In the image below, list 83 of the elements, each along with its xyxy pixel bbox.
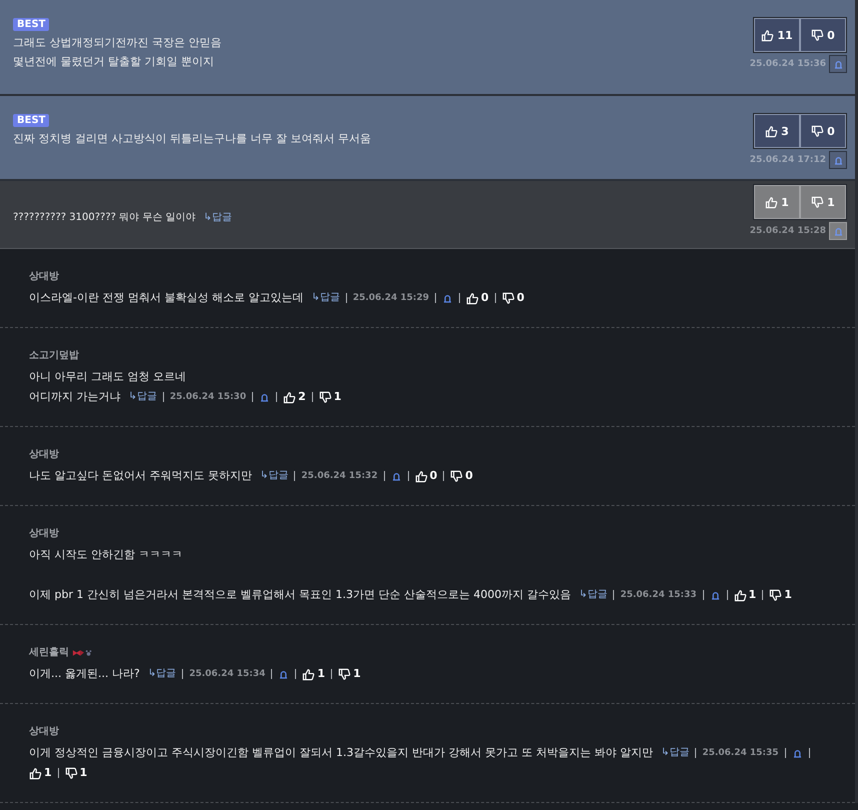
downvote-button[interactable]: 1	[769, 585, 792, 605]
bell-icon	[710, 590, 721, 600]
upvote-button[interactable]: 0	[466, 288, 489, 308]
author-name[interactable]: 상대방	[29, 270, 59, 284]
comment-text: ?????????? 3100???? 뭐야 무슨 일이야	[13, 211, 196, 225]
author-name[interactable]: 상대방	[29, 725, 59, 739]
thumbs-down-icon	[769, 588, 782, 602]
upvote-button[interactable]: 1	[302, 664, 326, 684]
comment-text: 이스라엘-이란 전쟁 멈춰서 불확실성 해소로 알고있는데	[29, 290, 304, 306]
author-name[interactable]: 소고기덮밥	[29, 349, 79, 363]
thumbs-down-icon	[811, 196, 824, 208]
reply-link[interactable]: ↳답글	[203, 208, 232, 228]
upvote-button[interactable]: 2	[283, 387, 306, 407]
thumbs-up-icon	[765, 124, 778, 138]
comment-time: 25.06.24 15:33	[620, 589, 697, 602]
bell-icon	[832, 226, 844, 236]
thumbs-down-icon	[338, 668, 352, 680]
comment-text: 몇년전에 물렸던거 탈출할 기회일 뿐이지	[13, 54, 214, 70]
bell-icon	[390, 470, 402, 482]
comment-time: 25.06.24 15:29	[352, 292, 430, 305]
comment-text: 어디까지 가는거냐	[29, 389, 120, 405]
comment-text: 아니 아무리 그래도 엄청 오르네	[29, 369, 186, 385]
bell-icon	[442, 292, 454, 304]
comment-time: 25.06.24 15:32	[301, 470, 378, 483]
downvote-button[interactable]: 0	[800, 114, 846, 148]
bell-icon	[792, 748, 803, 758]
best-badge: BEST	[13, 18, 50, 31]
thumbs-down-icon	[450, 470, 464, 482]
thumbs-up-icon	[734, 588, 747, 602]
upvote-button[interactable]: 3	[754, 114, 800, 148]
upvote-button[interactable]: 1	[29, 763, 52, 783]
thumbs-down-icon	[811, 28, 824, 42]
thumbs-down-icon	[318, 390, 332, 404]
comment-text: 나도 알고싶다 돈없어서 주워먹지도 못하지만	[29, 468, 252, 484]
comment-text: 이게... 옳게된... 나라?	[29, 666, 140, 682]
downvote-button[interactable]: 1	[800, 185, 846, 219]
downvote-button[interactable]: 1	[318, 387, 342, 407]
thumbs-up-icon	[29, 766, 42, 780]
bell-icon	[259, 392, 270, 402]
reply-link[interactable]: ↳답글	[311, 288, 340, 308]
comment-time: 25.06.24 15:36	[750, 59, 826, 69]
comment-time: 25.06.24 15:35	[702, 747, 779, 760]
reply-link[interactable]: ↳답글	[260, 466, 288, 486]
thumbs-down-icon	[64, 766, 78, 780]
thumbs-up-icon	[765, 196, 778, 208]
thumbs-up-icon	[283, 390, 296, 404]
comment-text: 이게 정상적인 금융시장이고 주식시장이긴함 벨류업이 잘되서 1.3갈수있을지 반대가 강해서 못가고 또 처박을지는 봐야 알지만	[29, 745, 653, 761]
comment-time: 25.06.24 15:28	[750, 226, 826, 236]
reply-link[interactable]: ↳답글	[578, 585, 608, 605]
bell-icon	[832, 58, 844, 70]
upvote-button[interactable]: 1	[754, 185, 800, 219]
comment-text: 그래도 상법개정되기전까진 국장은 안믿음	[13, 35, 222, 51]
thumbs-up-icon	[302, 668, 316, 680]
upvote-button[interactable]: 1	[734, 585, 756, 605]
reply-link[interactable]: ↳답글	[660, 743, 690, 763]
reply-link[interactable]: ↳답글	[148, 664, 176, 684]
downvote-button[interactable]: 0	[450, 466, 473, 486]
comment-text: 이제 pbr 1 간신히 넘은거라서 본격적으로 벨류업해서 목표인 1.3가면 단순 산술적으로는 4000까지 갈수있음	[29, 587, 571, 603]
thumbs-up-icon	[466, 292, 480, 304]
best-badge: BEST	[13, 114, 50, 127]
thumbs-down-icon	[502, 292, 515, 304]
downvote-button[interactable]: 1	[338, 664, 361, 684]
downvote-button[interactable]: 0	[800, 18, 846, 52]
downvote-button[interactable]: 0	[502, 288, 524, 308]
author-name[interactable]: 상대방	[29, 527, 59, 541]
report-button[interactable]	[829, 151, 847, 169]
author-name[interactable]: 상대방	[29, 448, 59, 462]
downvote-button[interactable]: 1	[64, 763, 88, 783]
comment-time: 25.06.24 17:12	[750, 155, 826, 165]
comment-time: 25.06.24 15:34	[189, 668, 266, 681]
comment-text: 진짜 정치병 걸리면 사고방식이 뒤틀리는구나를 너무 잘 보여줘서 무서움	[13, 131, 371, 147]
author-name[interactable]: 세린홀릭	[29, 646, 69, 660]
thumbs-up-icon	[761, 28, 774, 42]
reply-link[interactable]: ↳답글	[128, 387, 157, 407]
thumbs-up-icon	[414, 470, 428, 482]
upvote-button[interactable]: 11	[754, 18, 800, 52]
bell-icon	[278, 668, 290, 680]
upvote-button[interactable]: 0	[414, 466, 438, 486]
bell-icon	[832, 154, 844, 166]
comment-text: 아직 시작도 안하긴함 ㅋㅋㅋㅋ	[29, 547, 182, 563]
thumbs-down-icon	[811, 124, 824, 138]
comment-time: 25.06.24 15:30	[170, 391, 246, 404]
report-button[interactable]	[829, 55, 847, 73]
